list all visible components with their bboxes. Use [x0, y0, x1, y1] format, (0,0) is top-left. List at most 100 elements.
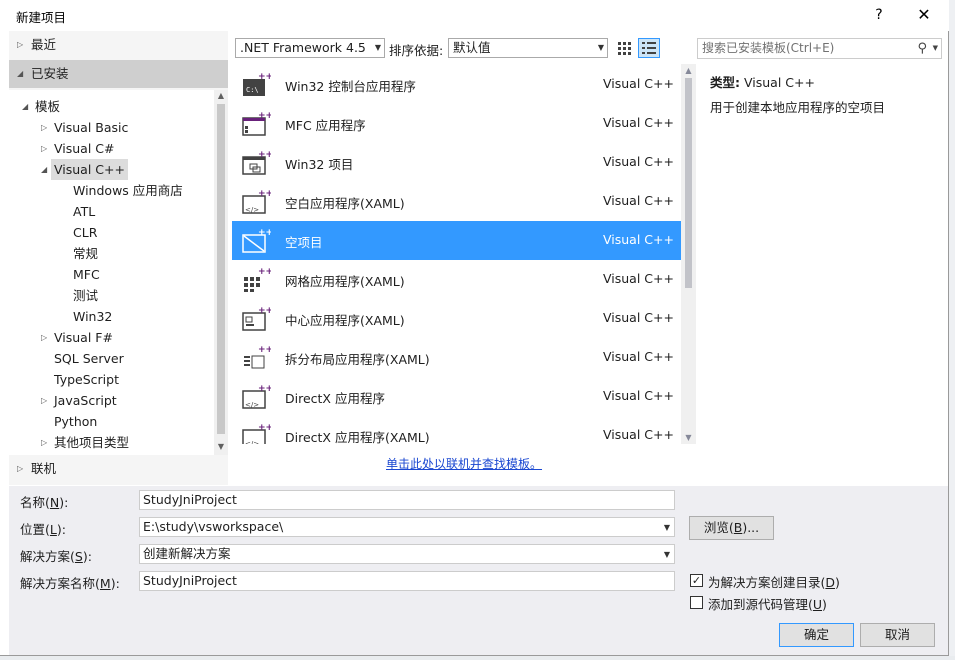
console-app-icon: C:\ ++ — [241, 71, 273, 99]
project-name-input[interactable]: StudyJniProject — [139, 490, 675, 510]
tree-item[interactable]: ◢ 模板 — [22, 96, 60, 117]
tree-item[interactable]: ▷ Visual C# — [41, 138, 115, 159]
help-button[interactable]: ? — [864, 4, 894, 26]
template-row[interactable]: </> ++ DirectX 应用程序 Visual C++ — [232, 377, 681, 416]
title-bar: 新建项目 ? ✕ — [0, 0, 949, 31]
template-name: MFC 应用程序 — [285, 118, 366, 133]
directx-app-icon: </> ++ — [241, 383, 273, 411]
framework-select[interactable]: .NET Framework 4.5 ▼ — [235, 38, 385, 58]
svg-text:++: ++ — [258, 72, 271, 82]
svg-text:++: ++ — [258, 111, 271, 121]
template-description: 用于创建本地应用程序的空项目 — [710, 100, 886, 115]
online-section[interactable]: ▷ 联机 — [9, 455, 228, 483]
template-list-scrollbar[interactable]: ▲ ▼ — [681, 64, 696, 444]
scroll-thumb[interactable] — [685, 78, 692, 288]
tree-item[interactable]: SQL Server — [54, 348, 124, 369]
tree-item[interactable]: ▷ 其他项目类型 — [41, 432, 129, 453]
tree-item[interactable]: ATL — [73, 201, 95, 222]
tree-item[interactable]: ▷ JavaScript — [41, 390, 117, 411]
type-value: Visual C++ — [743, 75, 815, 90]
installed-section[interactable]: ◢ 已安装 — [9, 60, 228, 88]
template-row[interactable]: ++ 中心应用程序(XAML) Visual C++ — [232, 299, 681, 338]
solution-name-input[interactable]: StudyJniProject — [139, 571, 675, 591]
split-xaml-app-icon: ++ — [241, 344, 273, 372]
template-row[interactable]: ++ Win32 项目 Visual C++ — [232, 143, 681, 182]
tree-item[interactable]: 测试 — [73, 285, 98, 306]
svg-text:++: ++ — [258, 345, 271, 355]
tree-item[interactable]: ▷ Visual F# — [41, 327, 113, 348]
find-templates-online-link[interactable]: 单击此处以联机并查找模板。 — [386, 455, 542, 472]
template-row[interactable]: ++ 网格应用程序(XAML) Visual C++ — [232, 260, 681, 299]
expand-arrow-icon: ▷ — [17, 40, 24, 49]
sort-select[interactable]: 默认值 ▼ — [448, 38, 608, 58]
template-info-pane: 类型: Visual C++ 用于创建本地应用程序的空项目 — [698, 64, 948, 485]
scroll-up-icon[interactable]: ▲ — [214, 90, 228, 102]
directx-xaml-app-icon: </> ++ — [241, 422, 273, 444]
tree-item[interactable]: TypeScript — [54, 369, 119, 390]
dropdown-arrow-icon[interactable]: ▼ — [664, 519, 670, 537]
category-scrollbar[interactable]: ▲ ▼ — [214, 90, 228, 455]
scroll-thumb[interactable] — [217, 104, 225, 434]
collapse-arrow-icon: ◢ — [17, 69, 24, 78]
template-name: Win32 项目 — [285, 157, 354, 172]
tree-item[interactable]: CLR — [73, 222, 97, 243]
location-combo[interactable]: E:\study\vsworkspace\ ▼ — [139, 517, 675, 537]
expand-arrow-icon: ▷ — [17, 464, 24, 473]
template-row[interactable]: </> ++ DirectX 应用程序(XAML) Visual C++ — [232, 416, 681, 444]
template-category-pane: ▷ 最近 ◢ 已安装 ◢ 模板 ▷ Visual Basic ▷ Visual C# ◢ Vi… — [9, 31, 228, 485]
add-source-control-label: 添加到源代码管理(U) — [708, 597, 827, 612]
scroll-down-icon[interactable]: ▼ — [214, 441, 228, 453]
dropdown-arrow-icon: ▼ — [597, 43, 604, 52]
template-language: Visual C++ — [603, 232, 674, 247]
template-language: Visual C++ — [603, 349, 674, 364]
collapse-arrow-icon[interactable]: ◢ — [41, 159, 47, 180]
installed-label: 已安装 — [31, 66, 69, 81]
template-language: Visual C++ — [603, 76, 674, 91]
expand-arrow-icon[interactable]: ▷ — [41, 432, 47, 453]
expand-arrow-icon[interactable]: ▷ — [41, 117, 47, 138]
expand-arrow-icon[interactable]: ▷ — [41, 327, 47, 348]
close-button[interactable]: ✕ — [908, 4, 940, 26]
tree-item[interactable]: MFC — [73, 264, 100, 285]
tree-item[interactable]: Win32 — [73, 306, 112, 327]
tree-item-label: Win32 — [73, 309, 113, 324]
add-source-control-checkbox[interactable] — [690, 596, 703, 609]
template-row[interactable]: C:\ ++ Win32 控制台应用程序 Visual C++ — [232, 65, 681, 104]
create-directory-checkbox[interactable]: ✓ — [690, 574, 703, 587]
tree-item[interactable]: Windows 应用商店 — [73, 180, 183, 201]
search-icon[interactable]: ⚲ — [917, 39, 927, 58]
search-options-icon[interactable]: ▼ — [933, 39, 938, 58]
grid-view-icon[interactable] — [614, 38, 634, 58]
template-language: Visual C++ — [603, 193, 674, 208]
list-view-icon[interactable] — [638, 38, 660, 58]
browse-button[interactable]: 浏览(B)... — [689, 516, 774, 540]
tree-item[interactable]: Python — [54, 411, 97, 432]
ok-button[interactable]: 确定 — [779, 623, 854, 647]
tree-item[interactable]: ▷ Visual Basic — [41, 117, 128, 138]
template-search-input[interactable]: 搜索已安装模板(Ctrl+E) ⚲ ▼ — [697, 38, 942, 59]
blank-xaml-app-icon: </> ++ — [241, 188, 273, 216]
expand-arrow-icon[interactable]: ▷ — [41, 390, 47, 411]
new-project-dialog: 新建项目 ? ✕ ▷ 最近 ◢ 已安装 ◢ 模板 ▷ Visual Basic ▷ Vis… — [0, 0, 949, 656]
template-row[interactable]: </> ++ 空白应用程序(XAML) Visual C++ — [232, 182, 681, 221]
recent-label: 最近 — [31, 37, 57, 52]
template-row[interactable]: ++ 空项目 Visual C++ — [232, 221, 681, 260]
tree-item[interactable]: 常规 — [73, 243, 98, 264]
dropdown-arrow-icon[interactable]: ▼ — [664, 546, 670, 564]
solution-select[interactable]: 创建新解决方案 ▼ — [139, 544, 675, 564]
cancel-button[interactable]: 取消 — [860, 623, 935, 647]
recent-section[interactable]: ▷ 最近 — [9, 31, 228, 59]
template-row[interactable]: ++ 拆分布局应用程序(XAML) Visual C++ — [232, 338, 681, 377]
template-name: Win32 控制台应用程序 — [285, 79, 416, 94]
scroll-up-icon[interactable]: ▲ — [681, 66, 696, 75]
template-name: 空项目 — [285, 235, 323, 250]
template-name: DirectX 应用程序 — [285, 391, 385, 406]
collapse-arrow-icon[interactable]: ◢ — [22, 96, 28, 117]
template-row[interactable]: ++ MFC 应用程序 Visual C++ — [232, 104, 681, 143]
scroll-down-icon[interactable]: ▼ — [681, 433, 696, 442]
tree-item-label: 测试 — [73, 288, 99, 303]
expand-arrow-icon[interactable]: ▷ — [41, 138, 47, 159]
tree-item-label: Visual F# — [54, 330, 113, 345]
tree-item-label: ATL — [73, 204, 96, 219]
tree-item[interactable]: ◢ Visual C++ — [41, 159, 128, 180]
